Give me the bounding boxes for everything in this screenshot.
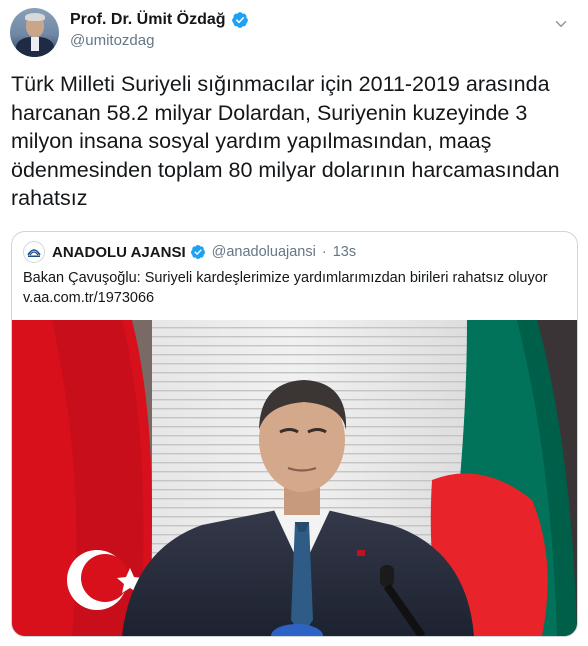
- verified-badge-icon: [231, 12, 248, 28]
- quoted-author-display-name[interactable]: ANADOLU AJANSI: [52, 244, 186, 261]
- chevron-down-icon[interactable]: [552, 15, 570, 33]
- tweet-header: Prof. Dr. Ümit Özdağ @umitozdag: [10, 8, 249, 58]
- anadolu-logo-icon: [25, 243, 43, 261]
- quoted-tweet-link[interactable]: v.aa.com.tr/1973066: [23, 288, 568, 308]
- author-handle[interactable]: @umitozdag: [70, 32, 249, 49]
- quoted-tweet-photo[interactable]: [12, 320, 577, 636]
- author-display-name[interactable]: Prof. Dr. Ümit Özdağ: [70, 11, 226, 29]
- quoted-tweet-body: Bakan Çavuşoğlu: Suriyeli kardeşlerimize…: [23, 270, 548, 286]
- tweet-text: Türk Milleti Suriyeli sığınmacılar için …: [11, 72, 560, 210]
- quoted-author-avatar[interactable]: [23, 241, 45, 263]
- author-avatar[interactable]: [10, 8, 59, 57]
- verified-badge-icon: [190, 245, 205, 259]
- quoted-separator: ·: [321, 244, 327, 260]
- quoted-tweet-header: ANADOLU AJANSI @anadoluajansi · 13s: [23, 241, 356, 263]
- author-name-row: Prof. Dr. Ümit Özdağ: [70, 9, 249, 31]
- quoted-tweet-card[interactable]: ANADOLU AJANSI @anadoluajansi · 13s Baka…: [11, 231, 578, 637]
- quoted-time[interactable]: 13s: [333, 244, 356, 260]
- author-names: Prof. Dr. Ümit Özdağ @umitozdag: [70, 8, 249, 49]
- quoted-author-handle[interactable]: @anadoluajansi: [212, 244, 316, 260]
- quoted-tweet-text: Bakan Çavuşoğlu: Suriyeli kardeşlerimize…: [23, 268, 568, 308]
- tweet[interactable]: Prof. Dr. Ümit Özdağ @umitozdag Türk Mil…: [0, 0, 588, 646]
